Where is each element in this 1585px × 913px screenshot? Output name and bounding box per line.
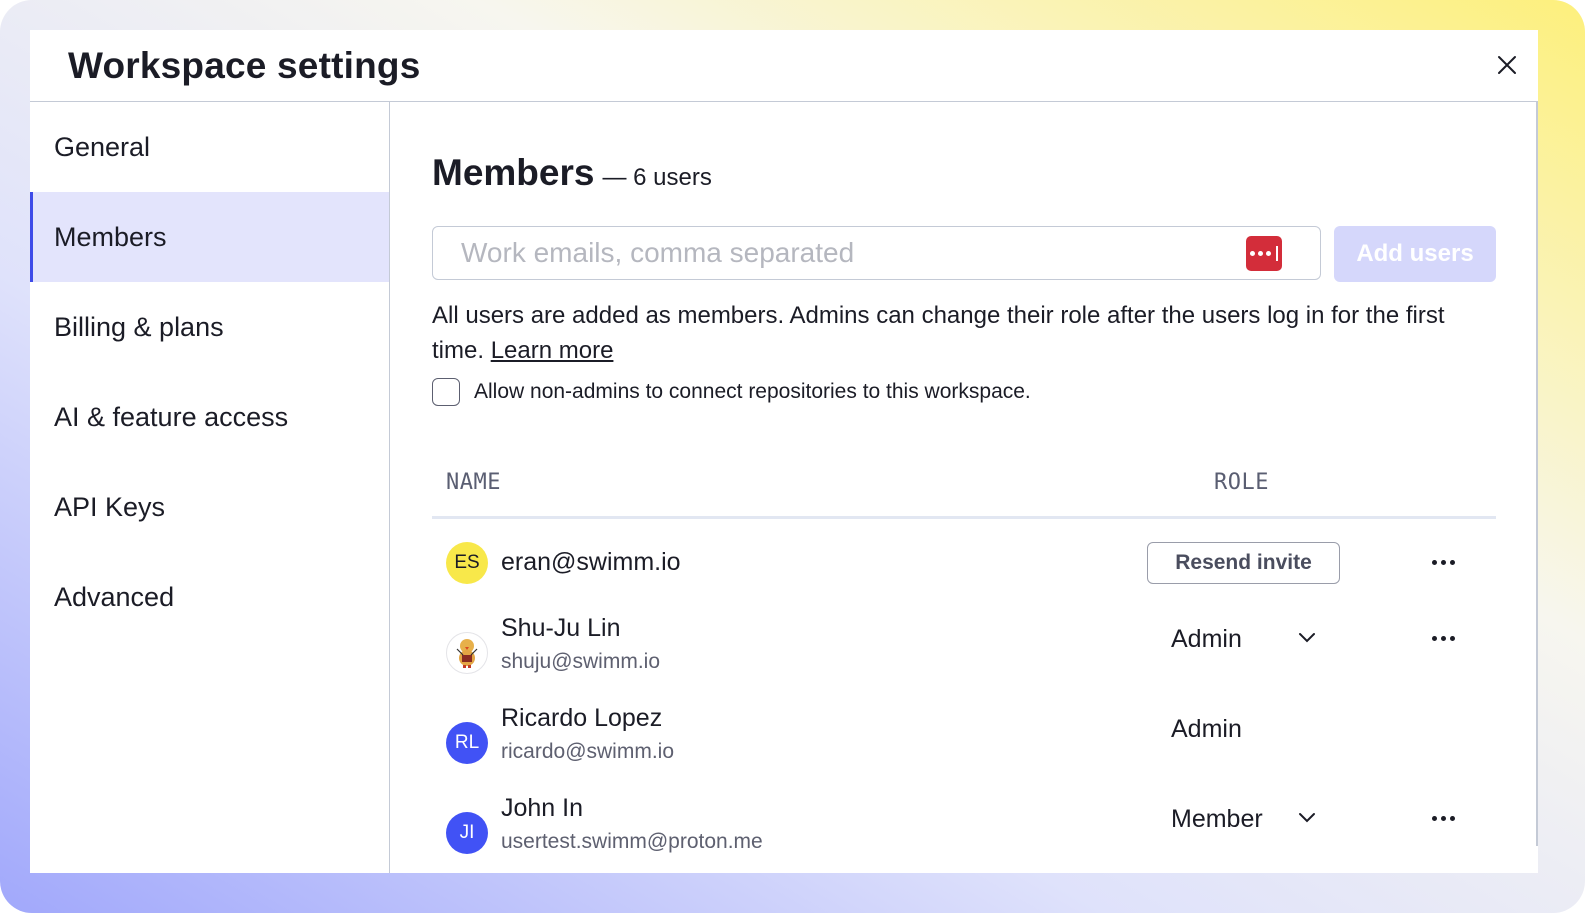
sidebar-item-advanced[interactable]: Advanced [30, 552, 389, 642]
user-count: — 6 users [602, 164, 712, 191]
sidebar-item-api-keys[interactable]: API Keys [30, 462, 389, 552]
more-options-button[interactable] [1432, 636, 1458, 644]
more-options-button[interactable] [1432, 560, 1458, 568]
role-column-header: ROLE [1214, 470, 1269, 495]
member-email: shuju@swimm.io [501, 650, 661, 673]
chevron-down-icon[interactable] [1297, 810, 1317, 824]
info-text: All users are added as members. Admins c… [432, 298, 1502, 368]
resend-invite-button[interactable]: Resend invite [1147, 542, 1340, 584]
checkbox-label: Allow non-admins to connect repositories… [474, 380, 1031, 403]
email-input-container [432, 226, 1321, 280]
more-options-button[interactable] [1432, 816, 1458, 824]
member-email: usertest.swimm@proton.me [501, 830, 763, 853]
name-column-header: NAME [446, 470, 501, 495]
page-title: Members [432, 152, 595, 193]
avatar [446, 632, 488, 674]
sidebar-item-label: AI & feature access [54, 401, 289, 432]
background-frame: Workspace settings General Members Billi… [0, 0, 1585, 913]
member-name: Shu-Ju Lin [501, 614, 621, 642]
sidebar-item-general[interactable]: General [30, 102, 389, 192]
sidebar-item-ai-feature-access[interactable]: AI & feature access [30, 372, 389, 462]
scrollbar[interactable] [1536, 102, 1538, 846]
sidebar-item-members[interactable]: Members [30, 192, 389, 282]
table-row: JI John In usertest.swimm@proton.me Memb… [432, 792, 1496, 872]
role-select[interactable]: Admin [1171, 625, 1242, 654]
duck-avatar-icon [456, 639, 478, 668]
members-heading: Members — 6 users [432, 152, 712, 194]
more-icon [1432, 816, 1437, 821]
role-select[interactable]: Member [1171, 805, 1263, 834]
settings-sidebar: General Members Billing & plans AI & fea… [30, 102, 390, 873]
table-row: ES eran@swimm.io Resend invite [432, 525, 1496, 605]
chevron-down-icon[interactable] [1297, 630, 1317, 644]
sidebar-item-label: API Keys [54, 491, 166, 522]
avatar: RL [446, 722, 488, 764]
table-row: RL Ricardo Lopez ricardo@swimm.io Admin [432, 702, 1496, 782]
members-table-header: NAME ROLE [432, 462, 1496, 519]
email-input[interactable] [433, 237, 1213, 269]
sidebar-item-label: Members [54, 221, 167, 252]
avatar: JI [446, 812, 488, 854]
members-panel: Members — 6 users Add users All users ar… [391, 102, 1538, 873]
sidebar-item-billing[interactable]: Billing & plans [30, 282, 389, 372]
avatar-initials: ES [454, 552, 480, 573]
add-users-button[interactable]: Add users [1334, 226, 1496, 282]
allow-non-admins-option: Allow non-admins to connect repositories… [432, 378, 1031, 406]
sidebar-item-label: Advanced [54, 581, 175, 612]
allow-non-admins-checkbox[interactable] [432, 378, 460, 406]
close-button[interactable] [1494, 52, 1520, 78]
member-name: John In [501, 794, 584, 822]
close-icon [1498, 56, 1516, 74]
learn-more-link[interactable]: Learn more [491, 337, 614, 364]
table-row: Shu-Ju Lin shuju@swimm.io Admin [432, 612, 1496, 692]
avatar-initials: RL [454, 732, 480, 753]
avatar: ES [446, 542, 488, 584]
modal-header: Workspace settings [30, 30, 1538, 102]
sidebar-item-label: General [54, 131, 151, 162]
more-icon [1432, 636, 1437, 641]
sidebar-item-label: Billing & plans [54, 311, 224, 342]
workspace-settings-modal: Workspace settings General Members Billi… [30, 30, 1538, 873]
avatar-initials: JI [459, 822, 475, 843]
password-manager-icon[interactable] [1246, 236, 1282, 271]
role-label: Admin [1171, 715, 1242, 743]
member-name: eran@swimm.io [501, 548, 681, 576]
modal-title: Workspace settings [68, 44, 421, 86]
member-name: Ricardo Lopez [501, 704, 663, 732]
member-email: ricardo@swimm.io [501, 740, 675, 763]
more-icon [1432, 560, 1437, 565]
